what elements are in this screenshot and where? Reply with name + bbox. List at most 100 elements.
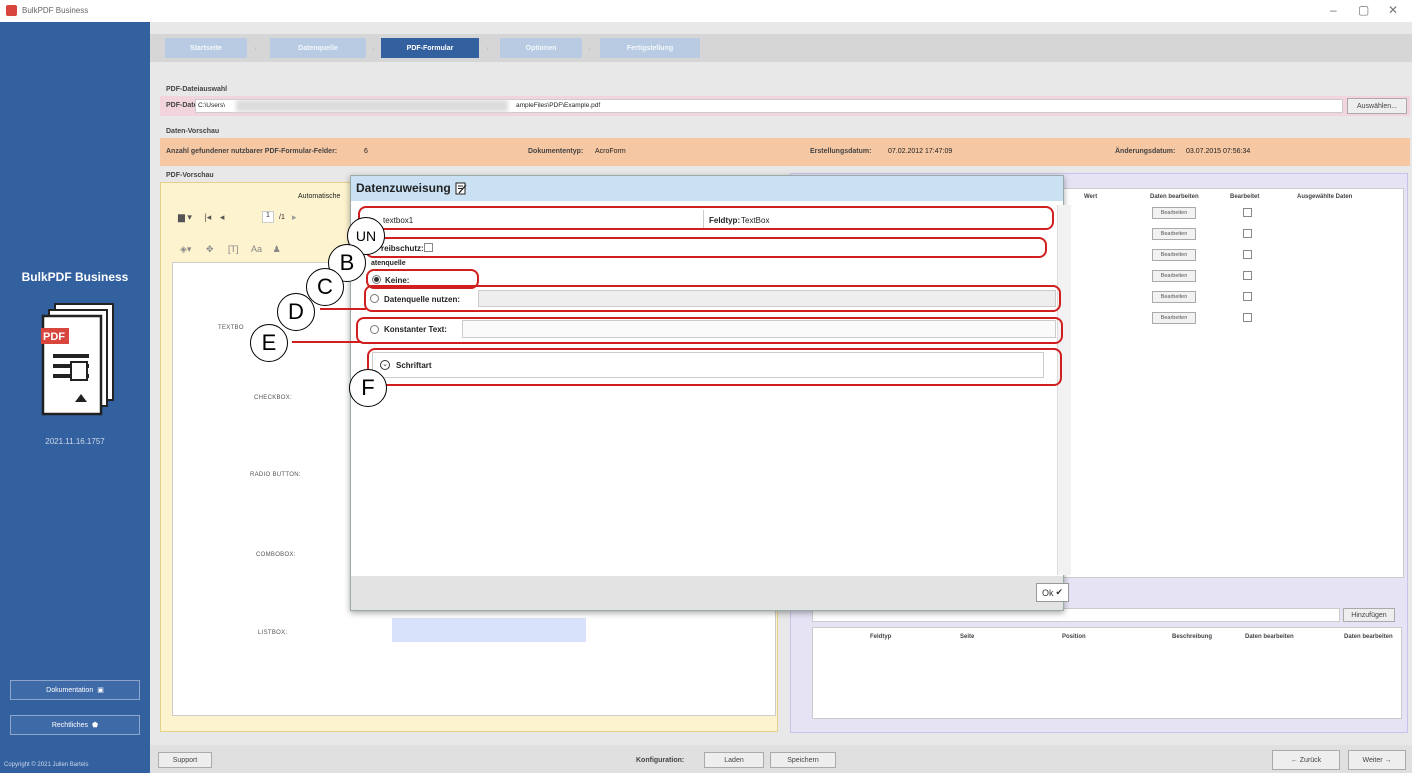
annotation-box-write-protect <box>365 237 1047 258</box>
edit-button[interactable]: Bearbeiten <box>1152 291 1196 303</box>
dialog-title: Datenzuweisung <box>356 181 451 195</box>
step-arrow-icon: › <box>588 44 591 53</box>
step-pdf-formular[interactable]: PDF-Formular <box>381 38 479 58</box>
page-total: /1 <box>279 214 285 221</box>
page-number-input[interactable]: 1 <box>262 211 274 223</box>
font-icon[interactable]: Aa <box>251 244 262 254</box>
add-button[interactable]: Hinzufügen <box>1343 608 1395 622</box>
custom-fields-grid <box>812 627 1402 719</box>
user-icon[interactable]: ♟ <box>273 244 281 254</box>
sidebar-app-name: BulkPDF Business <box>21 270 129 284</box>
edit-button[interactable]: Bearbeiten <box>1152 228 1196 240</box>
app-logo-icon <box>6 5 17 16</box>
close-button[interactable]: ✕ <box>1388 3 1398 17</box>
fields-count-label: Anzahl gefundener nutzbarer PDF-Formular… <box>166 148 338 155</box>
prev-page-icon[interactable]: ◂ <box>220 212 225 222</box>
col-ausgewaehlte-daten: Ausgewählte Daten <box>1297 194 1353 200</box>
svg-text:PDF: PDF <box>43 331 65 343</box>
label-radio-button: RADIO BUTTON: <box>250 472 301 478</box>
col-daten-bearbeiten-2: Daten bearbeiten <box>1344 634 1393 640</box>
edited-checkbox[interactable] <box>1243 208 1252 217</box>
annotation-marker-d: D <box>277 293 315 331</box>
choose-file-button[interactable]: Auswählen... <box>1347 98 1407 114</box>
created-value: 07.02.2012 17:47:09 <box>888 148 953 155</box>
label-checkbox: CHECKBOX: <box>254 395 293 401</box>
annotation-marker-f: F <box>349 369 387 407</box>
annotation-box-use-source <box>364 285 1061 312</box>
save-config-button[interactable]: Speichern <box>770 752 836 768</box>
edited-checkbox[interactable] <box>1243 271 1252 280</box>
file-icon[interactable]: ▆ ▾ <box>178 212 192 222</box>
title-bar <box>0 0 1412 22</box>
legal-button[interactable]: Rechtliches ⬟ <box>10 715 140 735</box>
next-button[interactable]: Weiter → <box>1348 750 1406 770</box>
col-position: Position <box>1062 634 1086 640</box>
back-button[interactable]: ← Zurück <box>1272 750 1340 770</box>
step-arrow-icon: › <box>254 44 257 53</box>
checkmark-icon: ✔ <box>1055 587 1064 597</box>
step-fertigstellung[interactable]: Fertigstellung <box>600 38 700 58</box>
listbox-field[interactable] <box>392 618 586 642</box>
pdf-path-start: C:\Users\ <box>198 102 226 109</box>
pdf-preview-header: PDF-Vorschau <box>166 172 214 179</box>
col-daten-bearbeiten-1: Daten bearbeiten <box>1245 634 1294 640</box>
shield-icon: ⬟ <box>92 722 99 729</box>
path-redacted <box>236 100 508 112</box>
ok-button-label: Ok <box>1041 587 1054 598</box>
maximize-button[interactable]: ▢ <box>1358 3 1369 17</box>
annotation-connector-d <box>320 308 366 310</box>
pdf-document-icon: PDF <box>41 303 114 416</box>
fields-count-value: 6 <box>364 148 368 155</box>
edited-checkbox[interactable] <box>1243 250 1252 259</box>
pdf-path-end: ampleFiles\PDF\Example.pdf <box>516 102 601 109</box>
label-combobox: COMBOBOX: <box>256 552 296 558</box>
book-icon: ▣ <box>97 687 104 694</box>
minimize-button[interactable]: – <box>1330 3 1337 17</box>
next-page-icon[interactable]: ▸ <box>292 212 297 223</box>
edit-button[interactable]: Bearbeiten <box>1152 270 1196 282</box>
annotation-box-field <box>358 206 1054 230</box>
col-beschreibung: Beschreibung <box>1172 634 1213 640</box>
edit-note-icon <box>455 182 467 195</box>
step-arrow-icon: › <box>486 44 489 53</box>
edited-checkbox[interactable] <box>1243 292 1252 301</box>
annotation-marker-e: E <box>250 324 288 362</box>
step-datenquelle[interactable]: Datenquelle <box>270 38 366 58</box>
file-section-header: PDF-Dateiauswahl <box>166 86 228 93</box>
edited-checkbox[interactable] <box>1243 229 1252 238</box>
edit-button[interactable]: Bearbeiten <box>1152 207 1196 219</box>
label-listbox: LISTBOX: <box>258 630 288 636</box>
select-text-icon[interactable]: [T] <box>228 244 239 254</box>
config-label: Konfiguration: <box>636 757 685 764</box>
toolbar-nav: ▆ ▾ |◂ ◂ <box>178 212 224 223</box>
annotation-box-constant <box>356 317 1063 344</box>
legal-button-label: Rechtliches <box>51 721 89 729</box>
dialog-scrollbar[interactable] <box>1057 205 1071 575</box>
first-page-icon[interactable]: |◂ <box>204 212 211 222</box>
modified-label: Änderungsdatum: <box>1115 148 1176 155</box>
annotation-connector-e <box>292 341 362 343</box>
col-seite: Seite <box>960 634 975 640</box>
window-title: BulkPDF Business <box>22 6 89 15</box>
documentation-button[interactable]: Dokumentation ▣ <box>10 680 140 700</box>
ok-button[interactable]: Ok ✔ <box>1036 583 1069 602</box>
label-textbox: TEXTBO <box>218 325 244 331</box>
edited-checkbox[interactable] <box>1243 313 1252 322</box>
dialog-footer <box>351 576 1063 610</box>
support-button[interactable]: Support <box>158 752 212 768</box>
edit-button[interactable]: Bearbeiten <box>1152 312 1196 324</box>
pan-icon[interactable]: ✥ <box>206 244 214 254</box>
load-config-button[interactable]: Laden <box>704 752 764 768</box>
step-startseite[interactable]: Startseite <box>165 38 247 58</box>
annotation-box-font <box>367 348 1062 386</box>
support-label: Support <box>172 756 198 764</box>
version-label: 2021.11.16.1757 <box>45 437 105 446</box>
documentation-button-label: Dokumentation <box>46 686 94 694</box>
step-optionen[interactable]: Optionen <box>500 38 582 58</box>
created-label: Erstellungsdatum: <box>810 148 872 155</box>
toolbar-tools: ◈▾ ✥ [T] Aa ♟ <box>180 244 281 255</box>
highlight-icon[interactable]: ◈▾ <box>180 244 191 254</box>
step-arrow-icon: › <box>372 44 375 53</box>
edit-button[interactable]: Bearbeiten <box>1152 249 1196 261</box>
col-daten-bearbeiten: Daten bearbeiten <box>1150 194 1199 200</box>
